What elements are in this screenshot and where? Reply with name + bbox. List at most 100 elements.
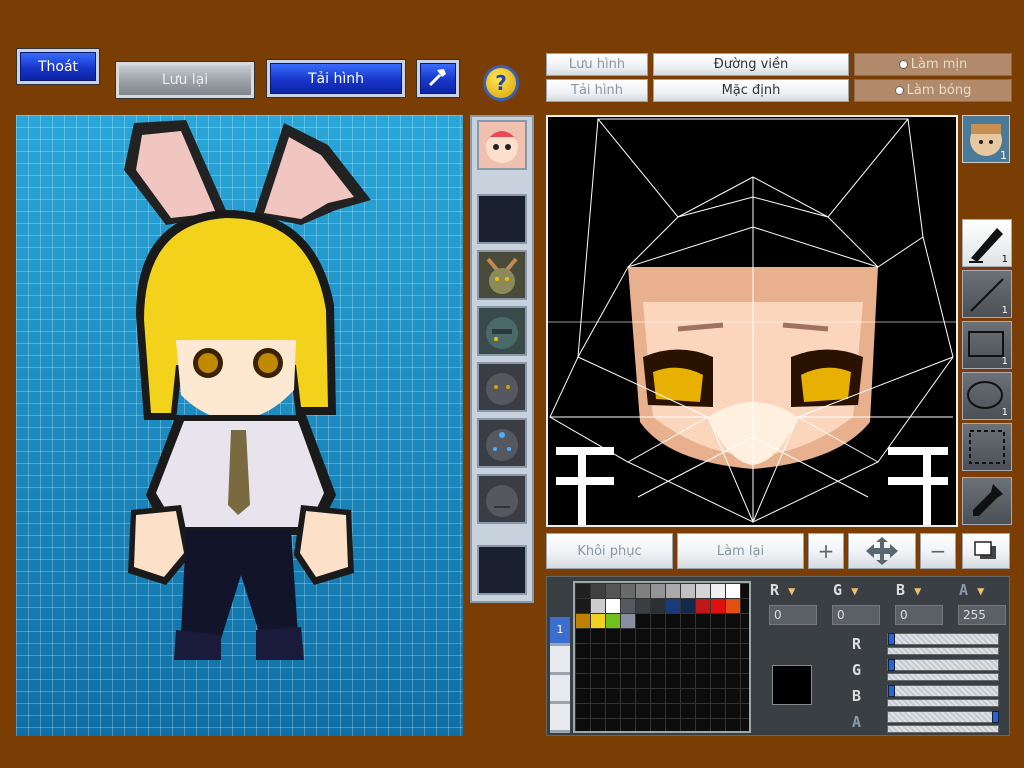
palette-tab-3[interactable] (550, 675, 570, 701)
color-palette[interactable] (573, 581, 751, 733)
face-slot-8[interactable] (477, 545, 527, 595)
r-header[interactable]: R ▼ (770, 581, 795, 599)
a-slider-label: A (852, 713, 862, 731)
face-thumb-icon (486, 373, 518, 405)
r-slider[interactable] (887, 633, 999, 645)
palette-swatch[interactable] (576, 584, 590, 598)
palette-swatch[interactable] (576, 614, 590, 628)
palette-swatch[interactable] (651, 584, 665, 598)
r-slider-label: R (852, 635, 862, 653)
plus-icon: + (817, 539, 835, 563)
save-image-button[interactable]: Lưu hình (546, 53, 648, 76)
line-tool[interactable]: 1 (962, 270, 1012, 318)
palette-swatch[interactable] (636, 599, 650, 613)
color-panel: 1 R ▼ G ▼ B ▼ A ▼ 0 0 0 255 R G B A (546, 576, 1010, 736)
default-button[interactable]: Mặc định (653, 79, 849, 102)
palette-swatch[interactable] (606, 614, 620, 628)
face-slot-7[interactable] (477, 474, 527, 524)
layer-button[interactable] (962, 533, 1010, 569)
palette-swatch[interactable] (711, 584, 725, 598)
r-slider-knob[interactable] (888, 633, 895, 645)
palette-swatch[interactable] (711, 599, 725, 613)
rect-tool[interactable]: 1 (962, 321, 1012, 369)
palette-swatch[interactable] (576, 599, 590, 613)
load-button[interactable]: Tải hình (266, 59, 406, 98)
face-slot-2[interactable] (477, 194, 527, 244)
face-slot-6[interactable] (477, 418, 527, 468)
hammer-icon (426, 65, 450, 93)
exit-button[interactable]: Thoát (16, 48, 100, 85)
select-tool[interactable] (962, 423, 1012, 471)
r-slider-2[interactable] (887, 647, 999, 655)
face-thumb-icon (486, 429, 518, 461)
face-slot-1[interactable] (477, 120, 527, 170)
face-texture (548, 117, 956, 525)
palette-swatch[interactable] (606, 599, 620, 613)
face-slot-5[interactable] (477, 362, 527, 412)
a-slider[interactable] (887, 711, 999, 723)
a-slider-knob[interactable] (992, 711, 999, 723)
move-button[interactable] (848, 533, 916, 569)
b-header[interactable]: B ▼ (896, 581, 921, 599)
palette-swatch[interactable] (681, 584, 695, 598)
g-header[interactable]: G ▼ (833, 581, 858, 599)
drawing-canvas[interactable] (546, 115, 958, 527)
zoom-out-button[interactable]: − (920, 533, 956, 569)
current-color (772, 665, 812, 705)
outline-button[interactable]: Đường viền (653, 53, 849, 76)
palette-swatch[interactable] (591, 599, 605, 613)
b-slider-2[interactable] (887, 699, 999, 707)
a-header[interactable]: A ▼ (959, 581, 984, 599)
palette-swatch[interactable] (636, 584, 650, 598)
b-slider-knob[interactable] (888, 685, 895, 697)
g-value-field[interactable]: 0 (832, 605, 880, 625)
save-button[interactable]: Lưu lại (115, 61, 255, 99)
smooth-radio[interactable] (898, 60, 908, 69)
b-value-field[interactable]: 0 (895, 605, 943, 625)
g-slider-knob[interactable] (888, 659, 895, 671)
hammer-button[interactable] (416, 59, 460, 98)
face-slot-4[interactable] (477, 306, 527, 356)
palette-swatch[interactable] (606, 584, 620, 598)
a-slider-2[interactable] (887, 725, 999, 733)
palette-swatch[interactable] (681, 599, 695, 613)
avatar-thumb[interactable]: 1 (962, 115, 1010, 163)
palette-swatch[interactable] (696, 584, 710, 598)
shade-radio[interactable] (894, 86, 904, 95)
face-slot-3[interactable] (477, 250, 527, 300)
palette-swatch[interactable] (666, 599, 680, 613)
b-slider[interactable] (887, 685, 999, 697)
a-value-field[interactable]: 255 (958, 605, 1006, 625)
g-slider-2[interactable] (887, 673, 999, 681)
zoom-in-button[interactable]: + (808, 533, 844, 569)
pen-tool-count: 1 (1001, 254, 1008, 265)
redo-button[interactable]: Làm lại (677, 533, 804, 569)
smooth-option[interactable]: Làm mịn (854, 53, 1012, 76)
restore-button[interactable]: Khôi phục (546, 533, 673, 569)
ellipse-tool[interactable]: 1 (962, 372, 1012, 420)
load-image-button[interactable]: Tải hình (546, 79, 648, 102)
layer-icon (974, 541, 996, 559)
r-value-field[interactable]: 0 (769, 605, 817, 625)
g-slider[interactable] (887, 659, 999, 671)
palette-swatch[interactable] (726, 584, 740, 598)
shade-label: Làm bóng (906, 83, 972, 98)
eyedropper-tool[interactable] (962, 477, 1012, 525)
palette-swatch[interactable] (696, 599, 710, 613)
palette-swatch[interactable] (621, 584, 635, 598)
palette-swatch[interactable] (591, 614, 605, 628)
palette-swatch[interactable] (666, 584, 680, 598)
palette-swatch[interactable] (621, 614, 635, 628)
palette-tab-4[interactable] (550, 704, 570, 730)
shade-option[interactable]: Làm bóng (854, 79, 1012, 102)
palette-swatch[interactable] (651, 599, 665, 613)
palette-tab-2[interactable] (550, 646, 570, 672)
palette-swatch[interactable] (726, 599, 740, 613)
g-slider-label: G (852, 661, 862, 679)
help-button[interactable]: ? (483, 65, 519, 101)
palette-swatch[interactable] (591, 584, 605, 598)
pen-tool[interactable]: 1 (962, 219, 1012, 267)
palette-swatch[interactable] (621, 599, 635, 613)
b-label: B (896, 581, 906, 599)
palette-tab-1[interactable]: 1 (550, 617, 570, 643)
